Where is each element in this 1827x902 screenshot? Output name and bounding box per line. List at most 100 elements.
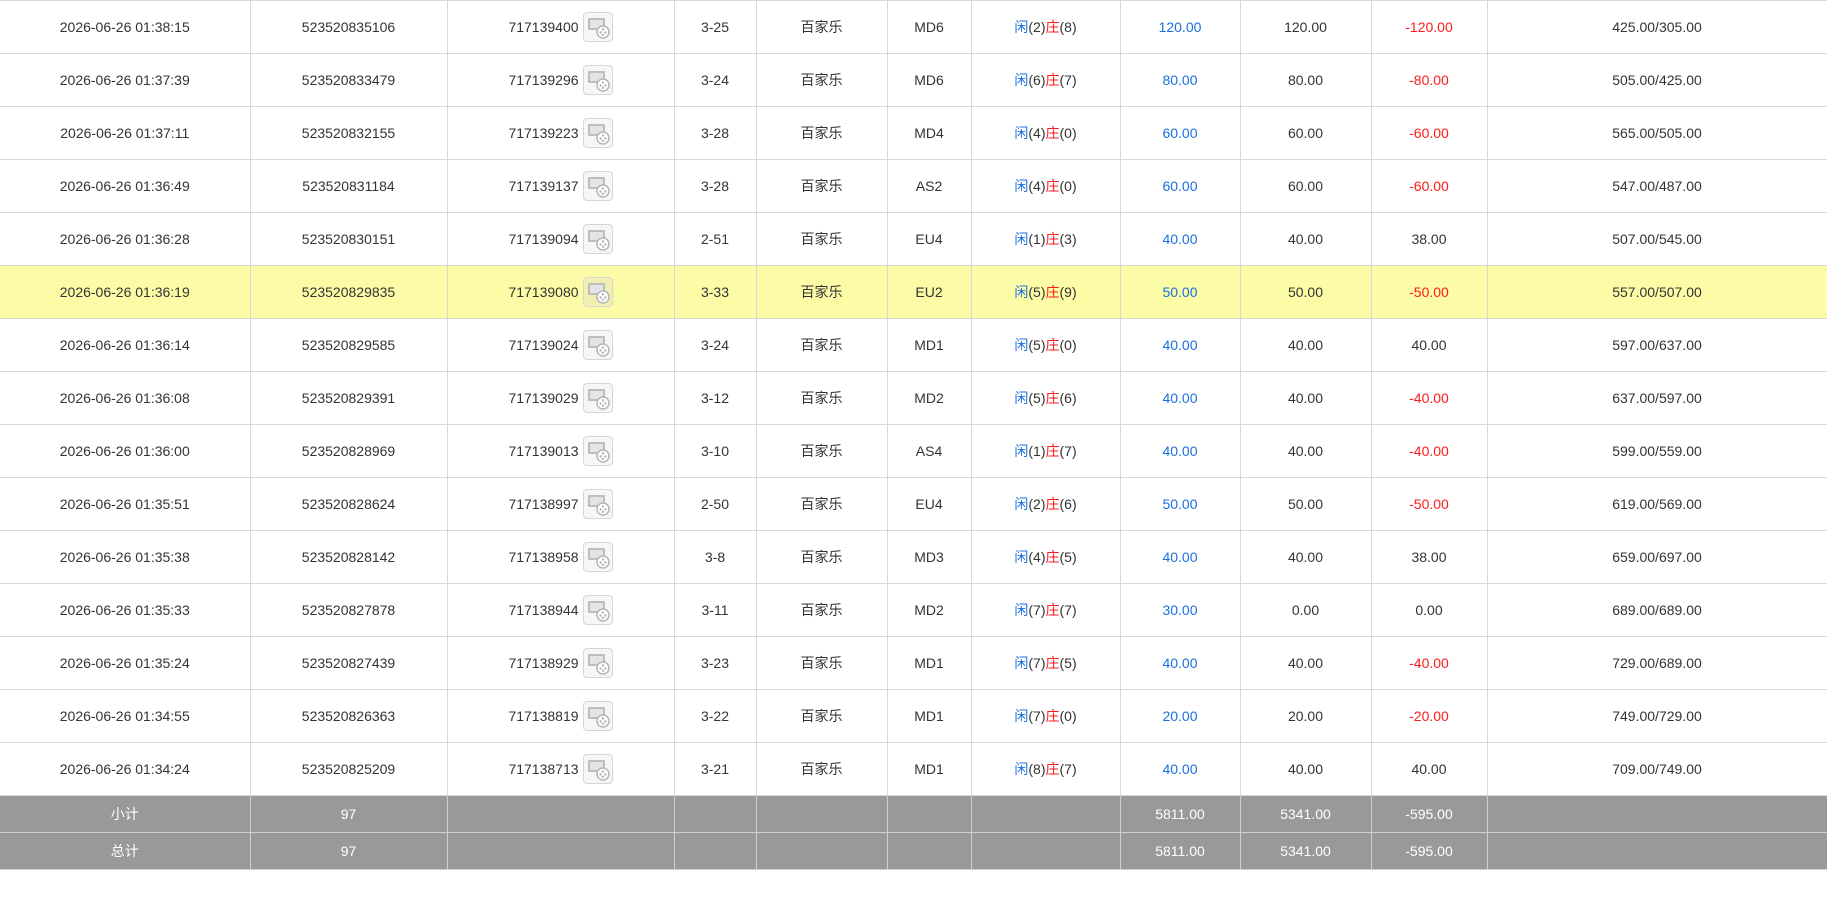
table-row: 2026-06-26 01:35:33 523520827878 717138944… <box>0 583 1827 637</box>
video-replay-icon[interactable] <box>582 648 613 678</box>
round-number: 717139137 <box>508 178 579 194</box>
round-cell: 717138958 <box>446 530 675 584</box>
table-name: EU4 <box>886 477 972 531</box>
win-loss: -40.00 <box>1370 371 1488 425</box>
balance-change: 597.00/637.00 <box>1486 318 1827 372</box>
video-replay-icon[interactable] <box>582 489 613 519</box>
bet-time: 2026-06-26 01:36:00 <box>0 424 251 478</box>
round-cell: 717138944 <box>446 583 675 637</box>
total-row: 总计 97 5811.00 5341.00 -595.00 <box>0 832 1827 870</box>
player-points: (7) <box>1028 708 1046 724</box>
shoe-number: 3-12 <box>673 371 757 425</box>
round-cell: 717139029 <box>446 371 675 425</box>
balance-change: 507.00/545.00 <box>1486 212 1827 266</box>
player-label: 闲 <box>1014 655 1029 671</box>
order-number: 523520828624 <box>249 477 448 531</box>
table-name: EU4 <box>886 212 972 266</box>
game-name: 百家乐 <box>755 583 888 637</box>
result-cell: 闲(6)庄(7) <box>970 53 1121 107</box>
win-loss: -40.00 <box>1370 424 1488 478</box>
shoe-number: 3-33 <box>673 265 757 319</box>
player-label: 闲 <box>1014 231 1029 247</box>
video-replay-icon[interactable] <box>582 383 613 413</box>
video-replay-icon[interactable] <box>582 277 613 307</box>
player-label: 闲 <box>1014 390 1029 406</box>
video-replay-icon[interactable] <box>582 171 613 201</box>
result-cell: 闲(4)庄(5) <box>970 530 1121 584</box>
player-points: (6) <box>1028 72 1046 88</box>
bet-amount: 20.00 <box>1119 689 1241 743</box>
banker-label: 庄 <box>1045 337 1060 353</box>
table-row: 2026-06-26 01:34:55 523520826363 717138819… <box>0 689 1827 743</box>
order-number: 523520826363 <box>249 689 448 743</box>
player-label: 闲 <box>1014 602 1029 618</box>
player-points: (4) <box>1028 549 1046 565</box>
bet-amount: 30.00 <box>1119 583 1241 637</box>
win-loss: -50.00 <box>1370 477 1488 531</box>
game-name: 百家乐 <box>755 689 888 743</box>
video-replay-icon[interactable] <box>582 701 613 731</box>
balance-change: 709.00/749.00 <box>1486 742 1827 796</box>
balance-change: 637.00/597.00 <box>1486 371 1827 425</box>
banker-label: 庄 <box>1045 19 1060 35</box>
video-replay-icon[interactable] <box>582 595 613 625</box>
bet-time: 2026-06-26 01:36:08 <box>0 371 251 425</box>
order-number: 523520835106 <box>249 0 448 54</box>
banker-label: 庄 <box>1045 708 1060 724</box>
round-cell: 717139400 <box>446 0 675 54</box>
table-name: AS4 <box>886 424 972 478</box>
table-name: MD6 <box>886 0 972 54</box>
table-row: 2026-06-26 01:36:28 523520830151 717139094… <box>0 212 1827 266</box>
video-replay-icon[interactable] <box>582 118 613 148</box>
bet-records-table: 2026-06-26 01:38:15 523520835106 717139400… <box>0 0 1827 870</box>
table-name: MD2 <box>886 583 972 637</box>
win-loss: 0.00 <box>1370 583 1488 637</box>
result-cell: 闲(8)庄(7) <box>970 742 1121 796</box>
video-replay-icon[interactable] <box>582 65 613 95</box>
banker-label: 庄 <box>1045 125 1060 141</box>
balance-change: 599.00/559.00 <box>1486 424 1827 478</box>
table-row: 2026-06-26 01:37:39 523520833479 717139296… <box>0 53 1827 107</box>
banker-points: (0) <box>1059 178 1077 194</box>
balance-change: 689.00/689.00 <box>1486 583 1827 637</box>
valid-bet: 20.00 <box>1239 689 1372 743</box>
video-replay-icon[interactable] <box>582 754 613 784</box>
banker-points: (6) <box>1059 390 1077 406</box>
win-loss: 40.00 <box>1370 742 1488 796</box>
valid-bet: 40.00 <box>1239 318 1372 372</box>
bet-time: 2026-06-26 01:38:15 <box>0 0 251 54</box>
shoe-number: 2-50 <box>673 477 757 531</box>
order-number: 523520829585 <box>249 318 448 372</box>
banker-label: 庄 <box>1045 72 1060 88</box>
banker-points: (8) <box>1059 19 1077 35</box>
order-number: 523520829835 <box>249 265 448 319</box>
banker-points: (6) <box>1059 496 1077 512</box>
bet-amount: 40.00 <box>1119 742 1241 796</box>
bet-amount: 60.00 <box>1119 159 1241 213</box>
bet-amount: 40.00 <box>1119 318 1241 372</box>
bet-amount: 40.00 <box>1119 212 1241 266</box>
valid-bet: 80.00 <box>1239 53 1372 107</box>
player-points: (7) <box>1028 655 1046 671</box>
game-name: 百家乐 <box>755 212 888 266</box>
win-loss: -120.00 <box>1370 0 1488 54</box>
player-points: (5) <box>1028 390 1046 406</box>
bet-amount: 40.00 <box>1119 636 1241 690</box>
summary-label: 总计 <box>0 832 251 870</box>
shoe-number: 3-28 <box>673 159 757 213</box>
result-cell: 闲(2)庄(6) <box>970 477 1121 531</box>
video-replay-icon[interactable] <box>582 12 613 42</box>
bet-amount: 40.00 <box>1119 530 1241 584</box>
video-replay-icon[interactable] <box>582 224 613 254</box>
order-number: 523520828142 <box>249 530 448 584</box>
banker-label: 庄 <box>1045 443 1060 459</box>
bet-time: 2026-06-26 01:35:51 <box>0 477 251 531</box>
banker-label: 庄 <box>1045 178 1060 194</box>
order-number: 523520830151 <box>249 212 448 266</box>
round-number: 717138997 <box>508 496 579 512</box>
balance-change: 557.00/507.00 <box>1486 265 1827 319</box>
video-replay-icon[interactable] <box>582 330 613 360</box>
video-replay-icon[interactable] <box>582 436 613 466</box>
video-replay-icon[interactable] <box>582 542 613 572</box>
table-name: MD3 <box>886 530 972 584</box>
